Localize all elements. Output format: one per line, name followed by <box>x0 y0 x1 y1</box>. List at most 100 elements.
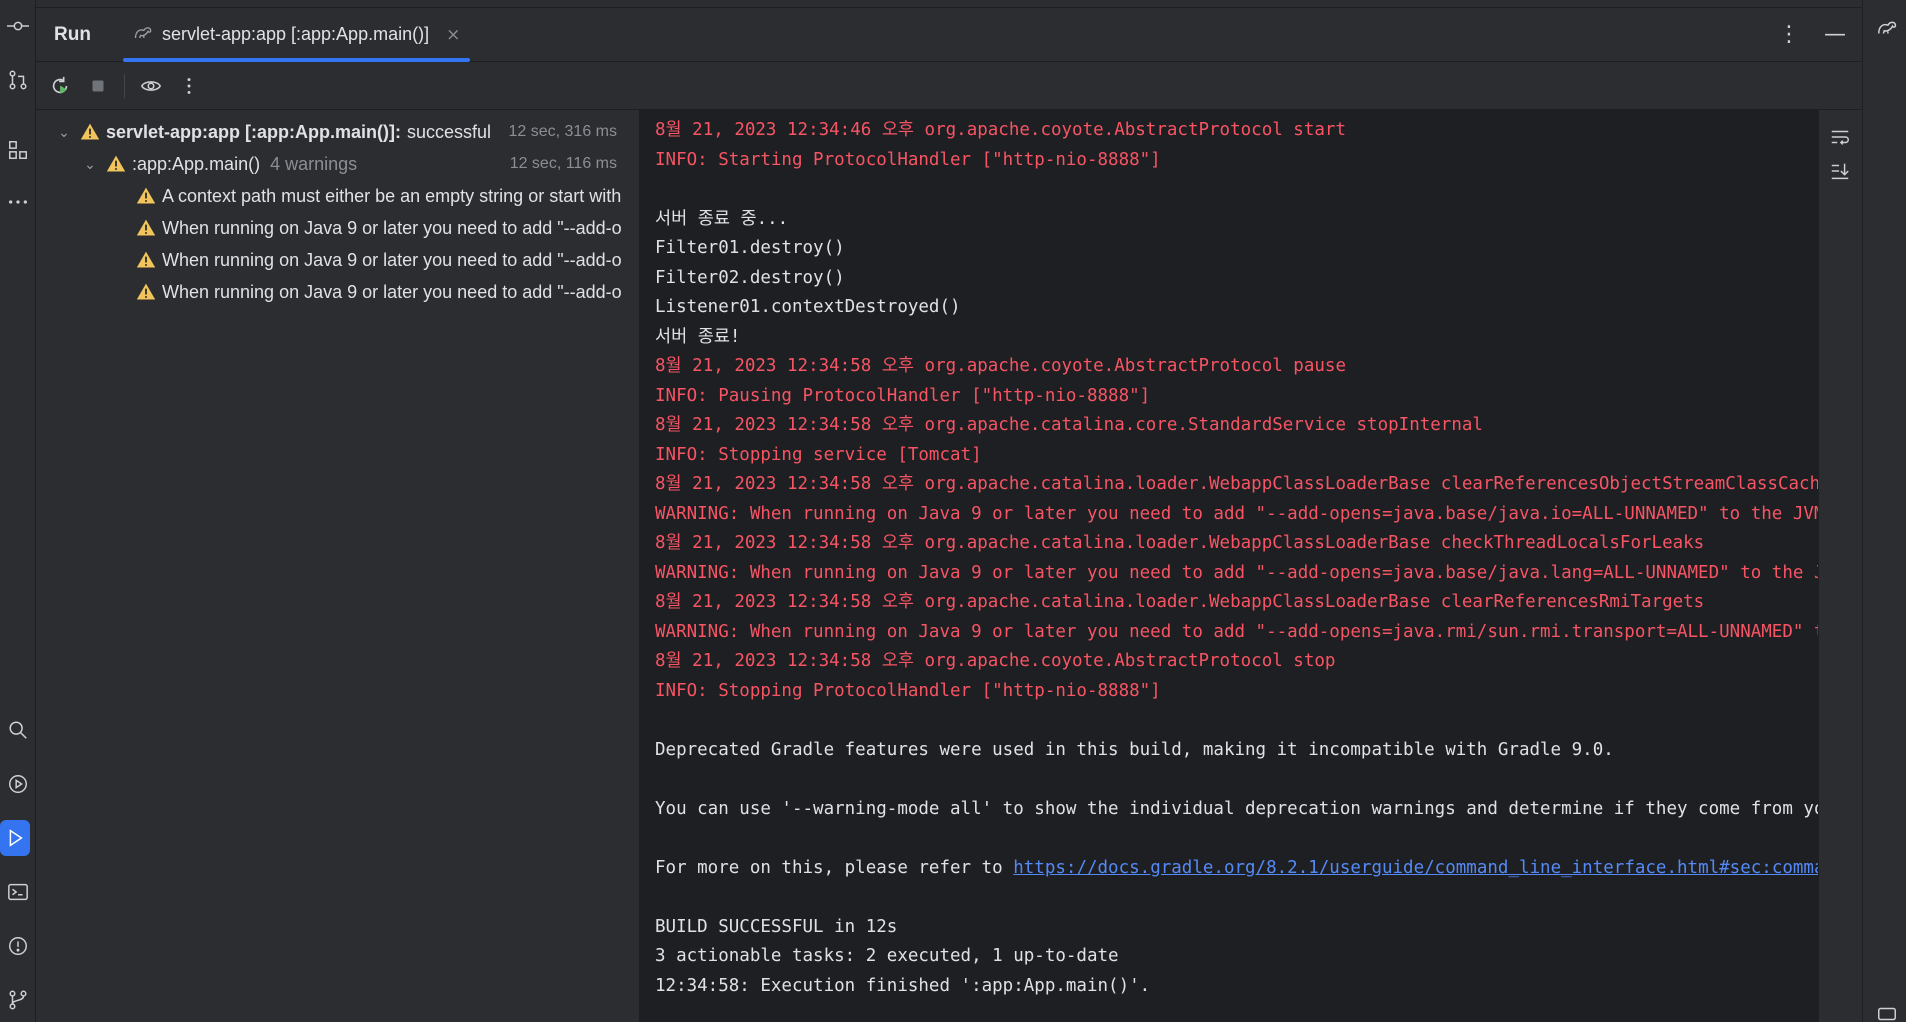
console-line-text: 8월 21, 2023 12:34:58 오후 org.apache.catal… <box>655 533 1705 553</box>
warning-icon <box>136 186 156 206</box>
console-line-text: 12:34:58: Execution finished ':app:App.m… <box>655 975 1151 996</box>
console-line-text: INFO: Pausing ProtocolHandler ["http-nio… <box>655 385 1151 406</box>
console-line: 8월 21, 2023 12:34:58 오후 org.apache.catal… <box>655 588 1704 616</box>
console-line: INFO: Stopping ProtocolHandler ["http-ni… <box>655 677 1161 705</box>
minimize-icon[interactable]: — <box>1824 23 1846 46</box>
console-line-text: 8월 21, 2023 12:34:58 오후 org.apache.catal… <box>655 592 1705 612</box>
console-line: 8월 21, 2023 12:34:58 오후 org.apache.coyot… <box>655 647 1335 675</box>
console-line: 8월 21, 2023 12:34:58 오후 org.apache.catal… <box>655 411 1483 439</box>
run-toolbar <box>36 62 1862 110</box>
console-line: 12:34:58: Execution finished ':app:App.m… <box>655 972 1150 1000</box>
warning-icon <box>80 122 100 142</box>
console-line-text: You can use '--warning-mode all' to show… <box>655 798 1818 819</box>
git-icon[interactable] <box>0 982 36 1018</box>
console-line: 8월 21, 2023 12:34:58 오후 org.apache.coyot… <box>655 352 1346 380</box>
task-duration: 12 sec, 116 ms <box>503 155 617 173</box>
warning-message: When running on Java 9 or later you need… <box>162 281 622 302</box>
console-line: WARNING: When running on Java 9 or later… <box>655 559 1818 587</box>
console-line-text: 8월 21, 2023 12:34:58 오후 org.apache.coyot… <box>655 651 1336 671</box>
structure-icon[interactable] <box>0 132 36 168</box>
tree-task-row[interactable]: ⌄ :app:App.main() 4 warnings 12 sec, 116… <box>36 148 639 180</box>
left-tool-strip <box>0 0 36 1022</box>
console-line: You can use '--warning-mode all' to show… <box>655 795 1818 823</box>
rerun-icon[interactable] <box>44 70 76 102</box>
pull-requests-icon[interactable] <box>0 62 36 98</box>
gradle-icon[interactable] <box>1869 10 1905 46</box>
console-line: 서버 종료 중... <box>655 205 788 233</box>
warning-message: A context path must either be an empty s… <box>162 185 622 206</box>
console-line: WARNING: When running on Java 9 or later… <box>655 618 1818 646</box>
services-icon[interactable] <box>0 766 36 802</box>
gradle-icon <box>133 23 153 47</box>
chevron-down-icon[interactable]: ⌄ <box>82 156 98 173</box>
console-line-text: INFO: Stopping ProtocolHandler ["http-ni… <box>655 680 1161 701</box>
root-label: servlet-app:app [:app:App.main()]: <box>106 121 401 142</box>
console-line: Listener01.contextDestroyed() <box>655 293 961 321</box>
console-line-text: 8월 21, 2023 12:34:58 오후 org.apache.catal… <box>655 415 1483 435</box>
console-line: 8월 21, 2023 12:34:46 오후 org.apache.coyot… <box>655 116 1346 144</box>
root-status: successful <box>407 121 492 142</box>
toolbar-separator <box>124 73 125 98</box>
warning-icon <box>106 154 126 174</box>
console-line: Deprecated Gradle features were used in … <box>655 736 1614 764</box>
stop-icon[interactable] <box>82 70 114 102</box>
more-icon[interactable] <box>173 70 205 102</box>
console-output[interactable]: 8월 21, 2023 12:34:46 오후 org.apache.coyot… <box>641 110 1818 1022</box>
console-line-text: 서버 종료! <box>655 326 741 347</box>
console-side-toolbar <box>1818 110 1862 1022</box>
terminal-icon[interactable] <box>0 874 36 910</box>
console-line-text: 8월 21, 2023 12:34:58 오후 org.apache.catal… <box>655 474 1818 494</box>
console-line-text: WARNING: When running on Java 9 or later… <box>655 621 1818 642</box>
console-line-text: WARNING: When running on Java 9 or later… <box>655 503 1818 524</box>
console-line: INFO: Starting ProtocolHandler ["http-ni… <box>655 146 1161 174</box>
warning-icon <box>136 282 156 302</box>
console-line-text: 8월 21, 2023 12:34:46 오후 org.apache.coyot… <box>655 120 1346 140</box>
console-line: BUILD SUCCESSFUL in 12s <box>655 913 897 941</box>
console-line-text: WARNING: When running on Java 9 or later… <box>655 562 1818 583</box>
more-tools-icon[interactable] <box>0 184 36 220</box>
console-line-text: 서버 종료 중... <box>655 208 789 229</box>
root-duration: 12 sec, 316 ms <box>502 123 617 141</box>
console-line-text: INFO: Starting ProtocolHandler ["http-ni… <box>655 149 1161 170</box>
documentation-link[interactable]: https://docs.gradle.org/8.2.1/userguide/… <box>1013 858 1818 878</box>
console-line-text: Deprecated Gradle features were used in … <box>655 739 1614 760</box>
search-icon[interactable] <box>0 712 36 748</box>
warning-icon <box>136 218 156 238</box>
console-line: 8월 21, 2023 12:34:58 오후 org.apache.catal… <box>655 470 1818 498</box>
problems-icon[interactable] <box>0 928 36 964</box>
console-line: INFO: Stopping service [Tomcat] <box>655 441 982 469</box>
console-line: 8월 21, 2023 12:34:58 오후 org.apache.catal… <box>655 529 1704 557</box>
more-options-icon[interactable]: ⋮ <box>1778 23 1800 46</box>
tab-label: servlet-app:app [:app:App.main()] <box>161 24 430 44</box>
scroll-to-end-icon[interactable] <box>1829 160 1853 184</box>
warning-icon <box>136 250 156 270</box>
tool-window-title: Run <box>54 23 91 45</box>
run-tool-header: Run servlet-app:app [:app:App.main()] × … <box>36 8 1862 62</box>
console-line: 서버 종료! <box>655 323 740 351</box>
warning-message: When running on Java 9 or later you need… <box>162 217 622 238</box>
console-line-text: Filter01.destroy() <box>655 238 845 258</box>
notifications-icon[interactable] <box>1869 996 1905 1022</box>
close-icon[interactable]: × <box>446 25 460 45</box>
console-line: Filter02.destroy() <box>655 264 845 292</box>
tree-warning-row[interactable]: When running on Java 9 or later you need… <box>36 276 639 308</box>
tree-warning-row[interactable]: A context path must either be an empty s… <box>36 180 639 212</box>
console-line-text: For more on this, please refer to <box>655 857 1014 878</box>
tab-run-configuration[interactable]: servlet-app:app [:app:App.main()] × <box>119 8 474 62</box>
console-line-with-link: For more on this, please refer to https:… <box>655 854 1818 882</box>
tree-warning-row[interactable]: When running on Java 9 or later you need… <box>36 212 639 244</box>
chevron-down-icon[interactable]: ⌄ <box>56 124 72 141</box>
run-icon[interactable] <box>0 820 30 856</box>
task-label: :app:App.main() <box>132 153 261 174</box>
soft-wrap-icon[interactable] <box>1829 126 1853 150</box>
commit-icon[interactable] <box>0 8 36 44</box>
console-line: 3 actionable tasks: 2 executed, 1 up-to-… <box>655 942 1119 970</box>
right-tool-strip <box>1862 0 1906 1022</box>
console-line-text: Listener01.contextDestroyed() <box>655 297 961 317</box>
console-line: INFO: Pausing ProtocolHandler ["http-nio… <box>655 382 1150 410</box>
console-line: Filter01.destroy() <box>655 234 845 262</box>
eye-icon[interactable] <box>135 70 167 102</box>
tree-warning-row[interactable]: When running on Java 9 or later you need… <box>36 244 639 276</box>
build-tree-panel: ⌄ servlet-app:app [:app:App.main()]: suc… <box>36 110 640 1022</box>
tree-root-row[interactable]: ⌄ servlet-app:app [:app:App.main()]: suc… <box>36 116 639 148</box>
